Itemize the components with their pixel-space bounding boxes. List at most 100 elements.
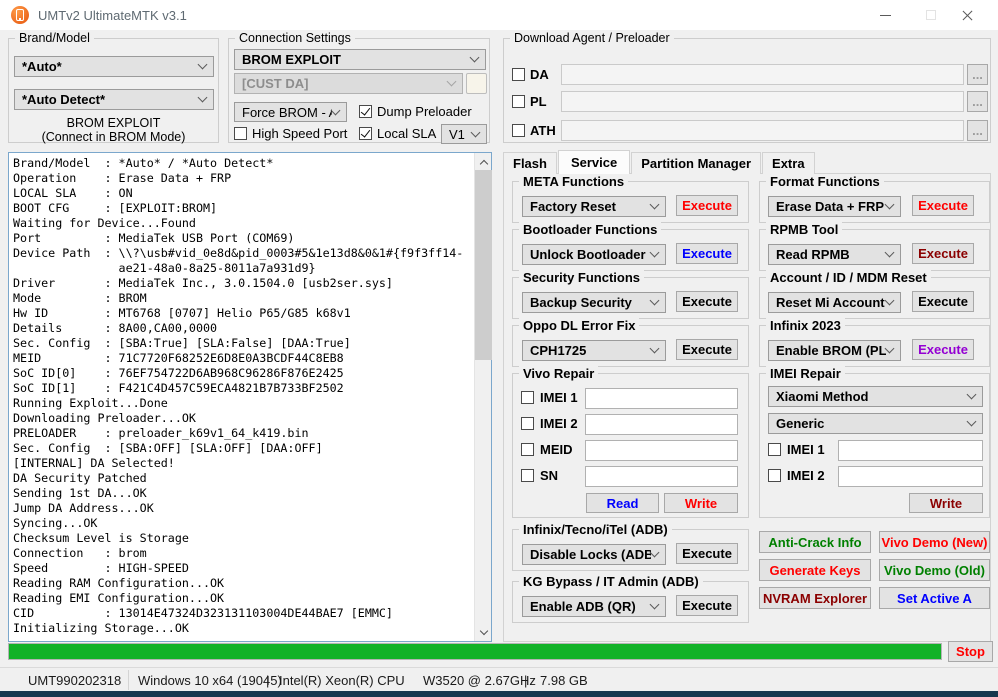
vivo-demo-old-button[interactable]: Vivo Demo (Old)	[879, 559, 990, 581]
bootloader-function-select[interactable]: Unlock Bootloader	[522, 244, 666, 265]
force-brom-select[interactable]: Force BROM - Auto	[234, 102, 347, 122]
status-bar: UMT990202318 Windows 10 x64 (19045) | In…	[0, 667, 998, 691]
kg-bypass-execute-button[interactable]: Execute	[676, 595, 738, 616]
titlebar: UMTv2 UltimateMTK v3.1	[0, 0, 998, 30]
vivo-meid-label: MEID	[540, 442, 573, 457]
tab-partition-manager[interactable]: Partition Manager	[631, 152, 762, 174]
imei-variant-select[interactable]: Generic	[768, 413, 983, 434]
chevron-down-icon	[884, 199, 895, 210]
pl-checkbox[interactable]	[512, 95, 525, 108]
infinix-2023-select-value: Enable BROM (PL)	[776, 343, 886, 358]
bootloader-functions-group: Bootloader Functions Unlock Bootloader E…	[512, 222, 749, 271]
kg-bypass-label: KG Bypass / IT Admin (ADB)	[519, 574, 703, 589]
vivo-demo-new-button[interactable]: Vivo Demo (New)	[879, 531, 990, 553]
vivo-meid-field[interactable]	[585, 440, 738, 461]
scroll-up-icon[interactable]	[475, 153, 492, 170]
security-execute-button[interactable]: Execute	[676, 291, 738, 312]
security-function-select-value: Backup Security	[530, 295, 632, 310]
log-console[interactable]: Brand/Model : *Auto* / *Auto Detect* Ope…	[8, 152, 492, 642]
imei-repair-write-button[interactable]: Write	[909, 493, 983, 513]
account-reset-select-value: Reset Mi Account	[776, 295, 885, 310]
account-execute-button[interactable]: Execute	[912, 291, 974, 312]
imei-repair-imei2-checkbox[interactable]	[768, 469, 781, 482]
vivo-read-button[interactable]: Read	[586, 493, 659, 513]
local-sla-label: Local SLA	[377, 126, 437, 141]
rpmb-execute-button[interactable]: Execute	[912, 243, 974, 264]
ath-path-field[interactable]	[561, 120, 964, 141]
format-execute-button[interactable]: Execute	[912, 195, 974, 216]
ath-browse-button[interactable]: ...	[967, 120, 988, 141]
boot-mode-select[interactable]: BROM EXPLOIT	[234, 49, 486, 70]
da-browse-button[interactable]: ...	[967, 64, 988, 85]
model-select[interactable]: *Auto Detect*	[14, 89, 214, 110]
generate-keys-button[interactable]: Generate Keys	[759, 559, 871, 581]
cust-da-options-button[interactable]	[466, 73, 487, 94]
security-functions-group: Security Functions Backup Security Execu…	[512, 270, 749, 319]
imei-repair-imei1-checkbox[interactable]	[768, 443, 781, 456]
pl-browse-button[interactable]: ...	[967, 91, 988, 112]
da-path-field[interactable]	[561, 64, 964, 85]
infinix-adb-select[interactable]: Disable Locks (ADB)	[522, 544, 666, 565]
dump-preloader-checkbox[interactable]	[359, 105, 372, 118]
stop-button[interactable]: Stop	[948, 641, 993, 662]
close-icon	[961, 9, 974, 22]
minimize-button[interactable]	[863, 0, 908, 30]
high-speed-port-checkbox[interactable]	[234, 127, 247, 140]
nvram-explorer-button[interactable]: NVRAM Explorer	[759, 587, 871, 609]
bootloader-function-select-value: Unlock Bootloader	[530, 247, 646, 262]
kg-bypass-select[interactable]: Enable ADB (QR)	[522, 596, 666, 617]
log-scrollbar[interactable]	[474, 153, 492, 641]
brand-model-group-label: Brand/Model	[15, 31, 94, 45]
sla-version-select[interactable]: V1	[441, 124, 487, 144]
chevron-down-icon	[884, 247, 895, 258]
set-active-a-button[interactable]: Set Active A	[879, 587, 990, 609]
vivo-meid-checkbox[interactable]	[521, 443, 534, 456]
brand-select[interactable]: *Auto*	[14, 56, 214, 77]
vivo-imei2-checkbox[interactable]	[521, 417, 534, 430]
tab-bar: Flash Service Partition Manager Extra	[503, 150, 816, 174]
vivo-imei1-field[interactable]	[585, 388, 738, 409]
tab-service[interactable]: Service	[557, 150, 631, 174]
oppo-execute-button[interactable]: Execute	[676, 339, 738, 360]
imei-repair-imei2-field[interactable]	[838, 466, 983, 487]
vivo-imei1-label: IMEI 1	[540, 390, 578, 405]
pl-path-field[interactable]	[561, 91, 964, 112]
imei-method-select[interactable]: Xiaomi Method	[768, 386, 983, 407]
meta-function-select-value: Factory Reset	[530, 199, 616, 214]
vivo-sn-checkbox[interactable]	[521, 469, 534, 482]
imei-repair-imei1-field[interactable]	[838, 440, 983, 461]
meta-function-select[interactable]: Factory Reset	[522, 196, 666, 217]
oppo-model-select[interactable]: CPH1725	[522, 340, 666, 361]
chevron-down-icon	[966, 389, 977, 400]
vivo-sn-field[interactable]	[585, 466, 738, 487]
infinix-2023-execute-button[interactable]: Execute	[912, 339, 974, 360]
account-reset-select[interactable]: Reset Mi Account	[768, 292, 901, 313]
scroll-down-icon[interactable]	[475, 624, 492, 641]
local-sla-checkbox[interactable]	[359, 127, 372, 140]
infinix-adb-execute-button[interactable]: Execute	[676, 543, 738, 564]
cust-da-select: [CUST DA]	[234, 73, 463, 94]
infinix-2023-select[interactable]: Enable BROM (PL)	[768, 340, 901, 361]
boot-mode-select-value: BROM EXPLOIT	[242, 52, 341, 67]
vivo-imei2-field[interactable]	[585, 414, 738, 435]
tab-extra[interactable]: Extra	[762, 152, 815, 174]
vivo-write-button[interactable]: Write	[664, 493, 738, 513]
vivo-imei1-checkbox[interactable]	[521, 391, 534, 404]
chevron-down-icon	[649, 247, 660, 258]
format-function-select[interactable]: Erase Data + FRP	[768, 196, 901, 217]
bootloader-execute-button[interactable]: Execute	[676, 243, 738, 264]
anti-crack-info-button[interactable]: Anti-Crack Info	[759, 531, 871, 553]
meta-execute-button[interactable]: Execute	[676, 195, 738, 216]
status-os: Windows 10 x64 (19045)	[138, 673, 282, 688]
scrollbar-thumb[interactable]	[475, 170, 492, 360]
security-function-select[interactable]: Backup Security	[522, 292, 666, 313]
rpmb-select[interactable]: Read RPMB	[768, 244, 901, 265]
close-button[interactable]	[945, 0, 990, 30]
meta-functions-group: META Functions Factory Reset Execute	[512, 174, 749, 223]
pl-label: PL	[530, 94, 547, 109]
da-checkbox[interactable]	[512, 68, 525, 81]
kg-bypass-select-value: Enable ADB (QR)	[530, 599, 636, 614]
chevron-down-icon	[649, 295, 660, 306]
ath-checkbox[interactable]	[512, 124, 525, 137]
tab-flash[interactable]: Flash	[503, 152, 557, 174]
